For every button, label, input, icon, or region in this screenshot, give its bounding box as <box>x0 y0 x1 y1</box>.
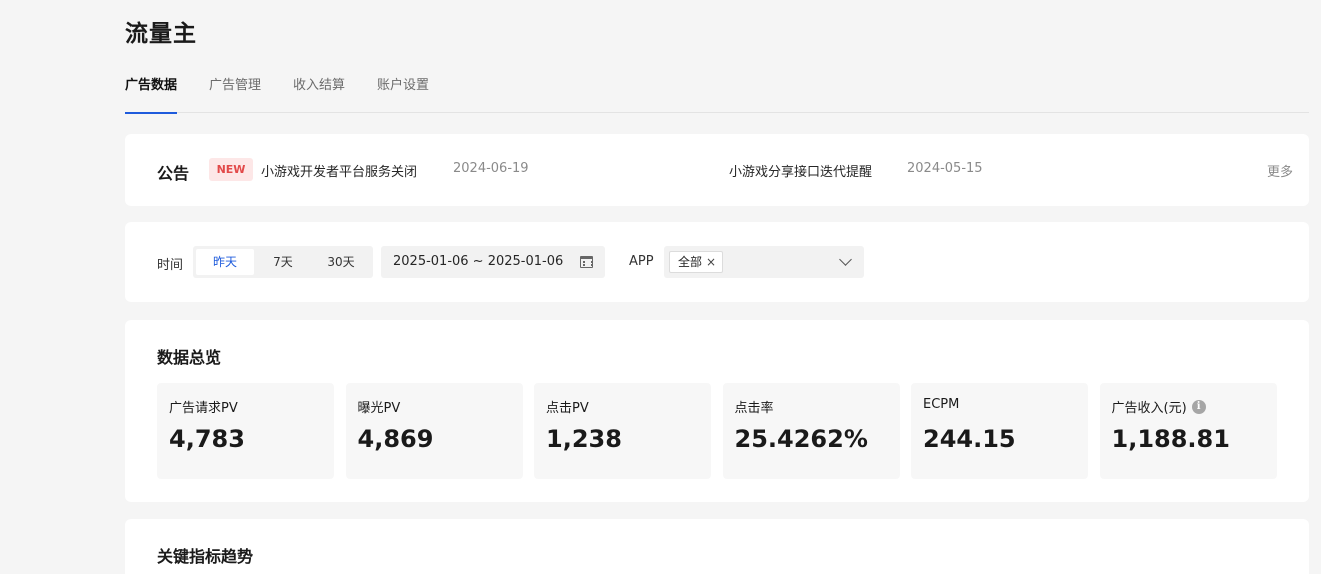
more-link[interactable]: 更多 <box>1267 161 1293 180</box>
app-select[interactable]: 全部 × <box>664 246 864 278</box>
notice-title: 公告 <box>157 164 190 183</box>
metric-exposure-pv: 曝光PV 4,869 <box>345 383 523 479</box>
tab-ad-management[interactable]: 广告管理 <box>209 70 261 113</box>
metric-label: 点击PV <box>546 401 589 416</box>
app-tag: 全部 × <box>669 251 724 273</box>
trend-card: 关键指标趋势 <box>125 519 1309 574</box>
metrics-row: 广告请求PV 4,783 曝光PV 4,869 点击PV 1,238 点击率 2… <box>157 383 1277 479</box>
info-icon[interactable]: i <box>1191 399 1206 414</box>
overview-card: 数据总览 广告请求PV 4,783 曝光PV 4,869 点击PV 1,238 … <box>125 320 1309 502</box>
notice-item-1-date: 2024-06-19 <box>453 161 529 176</box>
segment-7-days[interactable]: 7天 <box>254 249 312 275</box>
segment-yesterday[interactable]: 昨天 <box>196 249 254 275</box>
metric-ad-income: 广告收入(元) i 1,188.81 <box>1099 383 1277 479</box>
notice-item-1-link[interactable]: 小游戏开发者平台服务关闭 <box>261 161 417 180</box>
metric-label: ECPM <box>923 397 960 412</box>
time-label: 时间 <box>157 258 184 273</box>
date-range-value: 2025-01-06 ~ 2025-01-06 <box>393 254 564 269</box>
app-tag-label: 全部 <box>678 255 703 269</box>
calendar-icon <box>580 256 593 268</box>
metric-value: 244.15 <box>923 425 1016 453</box>
metric-label: 广告收入(元) i <box>1112 397 1206 416</box>
metric-value: 25.4262% <box>734 425 868 453</box>
filter-card: 时间 昨天 7天 30天 2025-01-06 ~ 2025-01-06 APP… <box>125 222 1309 302</box>
metric-ecpm: ECPM 244.15 <box>911 383 1088 479</box>
metric-label: 广告请求PV <box>169 401 238 416</box>
metric-label: 点击率 <box>734 401 774 416</box>
metric-value: 1,238 <box>546 425 622 453</box>
metric-value: 1,188.81 <box>1111 425 1230 453</box>
notice-card: 公告 NEW 小游戏开发者平台服务关闭 2024-06-19 小游戏分享接口迭代… <box>125 134 1309 206</box>
date-range-picker[interactable]: 2025-01-06 ~ 2025-01-06 <box>381 246 605 278</box>
app-label: APP <box>629 254 654 269</box>
metric-click-pv: 点击PV 1,238 <box>534 383 711 479</box>
metric-label-text: 广告收入(元) <box>1111 401 1187 416</box>
metric-value: 4,869 <box>357 425 434 453</box>
segment-30-days[interactable]: 30天 <box>312 249 370 275</box>
main-tabs: 广告数据 广告管理 收入结算 账户设置 <box>125 70 1309 114</box>
page-title: 流量主 <box>125 21 197 47</box>
metric-label: 曝光PV <box>357 401 401 416</box>
metric-value: 4,783 <box>169 425 245 453</box>
tab-ad-data[interactable]: 广告数据 <box>125 70 178 114</box>
time-range-segment: 昨天 7天 30天 <box>193 246 373 278</box>
new-badge: NEW <box>209 158 253 181</box>
notice-item-2-date: 2024-05-15 <box>907 161 983 176</box>
metric-request-pv: 广告请求PV 4,783 <box>157 383 334 479</box>
trend-title: 关键指标趋势 <box>157 547 254 566</box>
notice-item-2-link[interactable]: 小游戏分享接口迭代提醒 <box>729 161 872 180</box>
close-icon[interactable]: × <box>706 252 716 272</box>
overview-title: 数据总览 <box>157 348 222 367</box>
tab-income-settlement[interactable]: 收入结算 <box>293 70 345 113</box>
metric-click-rate: 点击率 25.4262% <box>722 383 900 479</box>
chevron-down-icon[interactable] <box>839 253 852 266</box>
tab-account-settings[interactable]: 账户设置 <box>377 70 429 113</box>
